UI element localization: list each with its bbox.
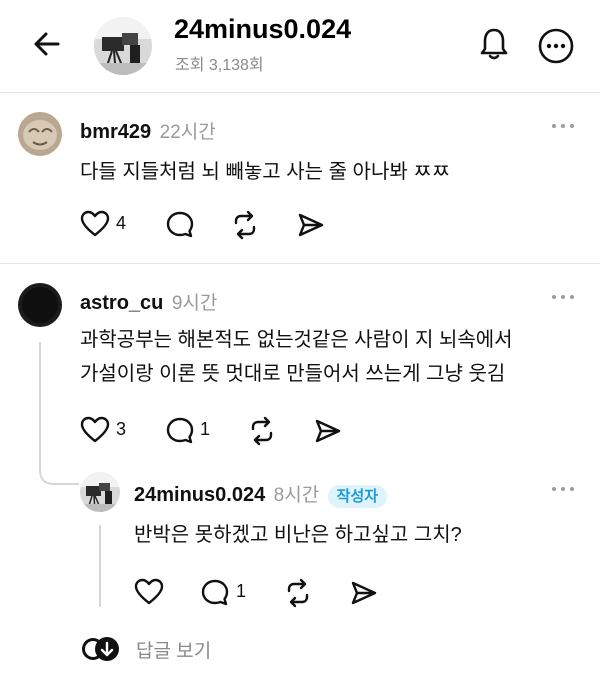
reply-count: 1 <box>200 419 211 439</box>
like-button[interactable] <box>80 416 110 444</box>
reply-thread-line <box>99 525 101 607</box>
comment-text-line-1: 과학공부는 해본적도 없는것같은 사람이 지 뇌속에서 <box>80 329 513 351</box>
repost-icon <box>287 578 309 608</box>
comment-bubble-icon <box>201 579 229 606</box>
page-title: 24minus0.024 <box>174 14 352 44</box>
comment-text: 다들 지들처럼 뇌 빼놓고 사는 줄 아나봐 ㅉㅉ <box>80 161 451 183</box>
heart-icon <box>80 416 110 443</box>
more-options-button[interactable] <box>536 26 576 66</box>
send-icon <box>351 581 377 605</box>
commenter-avatar[interactable] <box>18 283 62 327</box>
channel-avatar[interactable] <box>94 17 152 75</box>
comment-bubble-icon <box>166 211 194 238</box>
comment-time: 22시간 <box>159 122 216 143</box>
more-horizontal-icon <box>552 124 574 128</box>
back-arrow-icon <box>34 32 60 56</box>
send-icon <box>298 213 324 237</box>
repost-icon <box>234 210 256 240</box>
thread-line <box>39 342 41 472</box>
like-button[interactable] <box>80 210 110 238</box>
more-circle-icon <box>538 28 574 64</box>
like-count: 4 <box>116 213 127 233</box>
repost-button[interactable] <box>283 578 313 608</box>
author-badge: 작성자 <box>327 485 388 508</box>
reply-count: 1 <box>236 581 247 601</box>
repost-button[interactable] <box>230 210 260 240</box>
comment-more-button[interactable] <box>550 288 576 306</box>
view-replies-label: 답글 보기 <box>136 640 212 662</box>
reply-header: 24minus0.024 8시간 작성자 <box>134 480 388 508</box>
repost-icon <box>251 416 273 446</box>
reply-button[interactable] <box>165 210 195 240</box>
view-replies-button[interactable]: 답글 보기 <box>80 634 211 664</box>
comment-username[interactable]: bmr429 <box>80 121 151 143</box>
reply-time: 8시간 <box>273 485 320 506</box>
back-button[interactable] <box>30 27 64 61</box>
comment-bubble-icon <box>166 417 194 444</box>
repost-button[interactable] <box>247 416 277 446</box>
comment-text-line-2: 가설이랑 이론 뜻 멋대로 만들어서 쓰는게 그냥 웃김 <box>80 363 506 385</box>
bell-icon <box>480 28 508 60</box>
send-icon <box>315 419 341 443</box>
share-button[interactable] <box>350 580 378 606</box>
reply-button[interactable] <box>200 578 230 608</box>
reply-text: 반박은 못하겠고 비난은 하고싶고 그치? <box>134 524 462 546</box>
commenter-avatar[interactable] <box>18 112 62 156</box>
comment-more-button[interactable] <box>550 117 576 135</box>
comment-username[interactable]: astro_cu <box>80 292 163 314</box>
comment-header: bmr429 22시간 <box>80 117 216 144</box>
comment-divider <box>0 263 600 264</box>
comment-header: astro_cu 9시간 <box>80 288 217 315</box>
share-button[interactable] <box>297 212 325 238</box>
notification-button[interactable] <box>474 24 514 64</box>
view-count: 조회 3,138회 <box>175 57 264 74</box>
expand-replies-icon <box>82 637 119 661</box>
reply-avatar[interactable] <box>80 472 120 512</box>
reply-more-button[interactable] <box>550 480 576 498</box>
heart-icon <box>134 578 164 605</box>
comment-time: 9시간 <box>171 293 218 314</box>
more-horizontal-icon <box>552 487 574 491</box>
reply-button[interactable] <box>165 416 195 446</box>
reply-username[interactable]: 24minus0.024 <box>134 484 265 506</box>
share-button[interactable] <box>314 418 342 444</box>
heart-icon <box>80 210 110 237</box>
header-divider <box>0 92 600 93</box>
thread-connector <box>39 460 79 486</box>
like-button[interactable] <box>134 578 164 606</box>
like-count: 3 <box>116 419 127 439</box>
more-horizontal-icon <box>552 295 574 299</box>
